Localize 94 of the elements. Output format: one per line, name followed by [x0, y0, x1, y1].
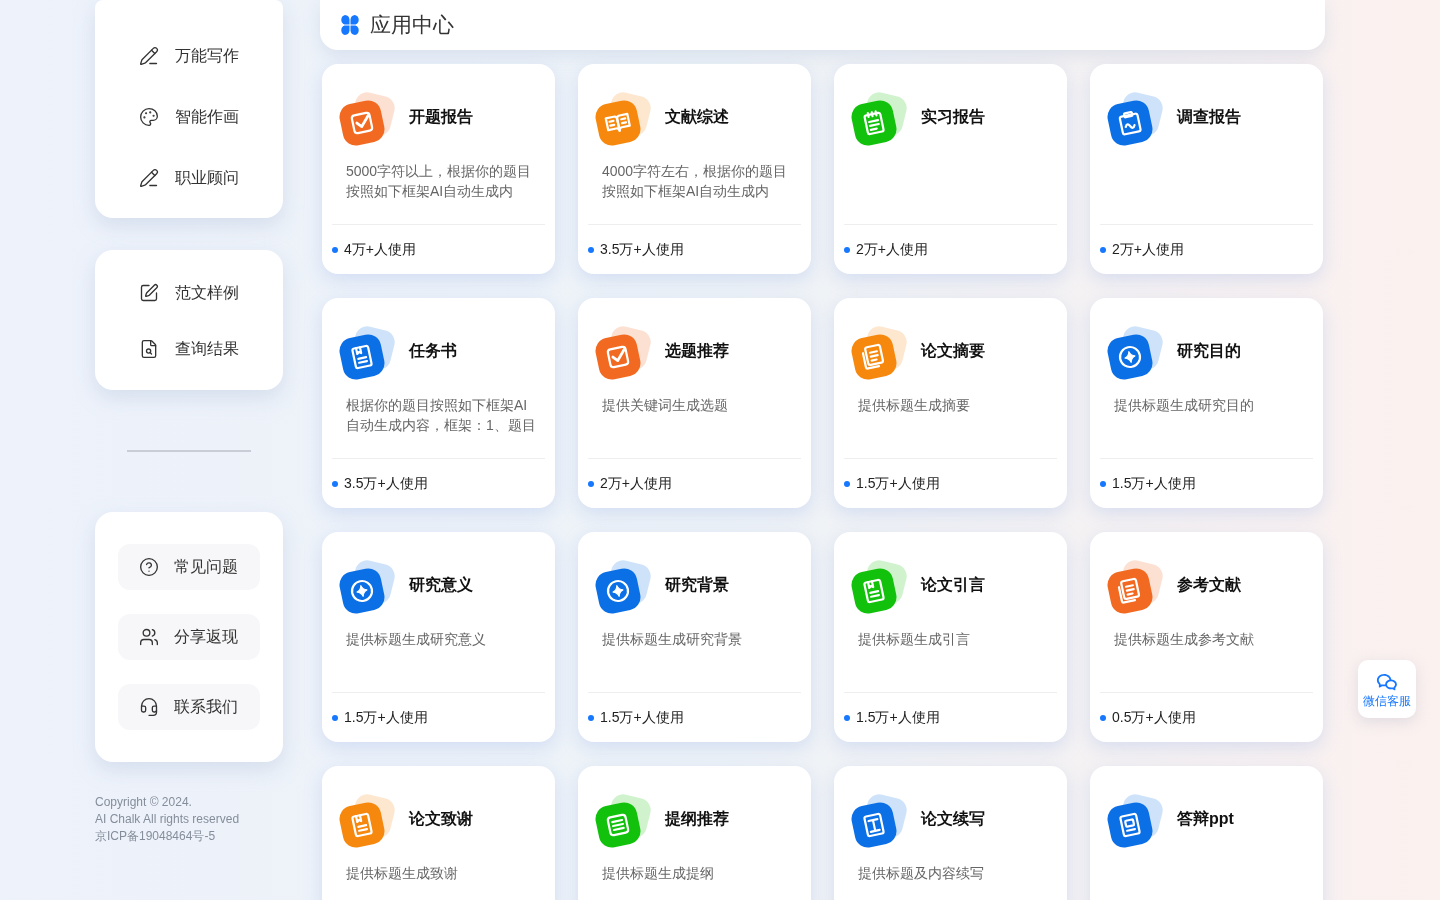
documents-icon — [851, 326, 907, 380]
document-icon — [339, 794, 395, 848]
usage-count: 1.5万+人使用 — [1112, 474, 1196, 493]
list-icon — [595, 794, 651, 848]
app-title: 提纲推荐 — [665, 809, 729, 829]
usage-count: 1.5万+人使用 — [600, 708, 684, 727]
wechat-service-button[interactable]: 微信客服 — [1358, 660, 1416, 718]
document-icon — [1107, 794, 1163, 848]
app-title: 选题推荐 — [665, 341, 729, 361]
usage-count: 2万+人使用 — [600, 474, 672, 493]
headset-icon — [139, 697, 159, 717]
app-description: 提供关键词生成选题 — [602, 396, 729, 415]
app-title: 论文摘要 — [921, 341, 985, 361]
app-description: 提供标题生成提纲 — [602, 864, 715, 883]
sparkle-circle-icon — [339, 560, 395, 614]
app-description: 提供标题生成参考文献 — [1114, 630, 1255, 649]
app-title: 文献综述 — [665, 107, 729, 127]
apps-icon — [340, 15, 360, 35]
pencil-icon — [139, 167, 159, 188]
people-icon — [139, 627, 159, 647]
usage-count: 1.5万+人使用 — [856, 708, 940, 727]
app-description: 4000字符左右，根据你的题目 按照如下框架AI自动生成内 — [602, 162, 787, 201]
app-description: 提供标题生成引言 — [858, 630, 971, 649]
app-card[interactable]: 参考文献 提供标题生成参考文献 0.5万+人使用 — [1090, 532, 1323, 742]
document-search-icon — [139, 339, 159, 359]
usage-count: 3.5万+人使用 — [600, 240, 684, 259]
app-title: 答辩ppt — [1177, 809, 1234, 829]
sidebar-item[interactable]: 分享返现 — [118, 614, 260, 660]
app-card[interactable]: 选题推荐 提供关键词生成选题 2万+人使用 — [578, 298, 811, 508]
page-title: 应用中心 — [370, 12, 454, 39]
app-card[interactable]: 实习报告 2万+人使用 — [834, 64, 1067, 274]
app-title: 论文致谢 — [409, 809, 473, 829]
app-title: 实习报告 — [921, 107, 985, 127]
copyright-text: Copyright © 2024. — [95, 794, 193, 811]
app-description: 提供标题生成摘要 — [858, 396, 971, 415]
app-description: 提供标题生成研究背景 — [602, 630, 743, 649]
sidebar-item[interactable]: 范文样例 — [95, 265, 283, 321]
app-card[interactable]: 调查报告 2万+人使用 — [1090, 64, 1323, 274]
sidebar-item[interactable]: 联系我们 — [118, 684, 260, 730]
copyright-text: AI Chalk All rights reserved — [95, 811, 241, 828]
sidebar-item[interactable]: 查询结果 — [95, 321, 283, 377]
app-title: 论文续写 — [921, 809, 985, 829]
pencil-icon — [139, 45, 159, 66]
document-icon — [851, 560, 907, 614]
app-card[interactable]: 研究目的 提供标题生成研究目的 1.5万+人使用 — [1090, 298, 1323, 508]
app-title: 开题报告 — [409, 107, 473, 127]
app-card[interactable]: 任务书 根据你的题目按照如下框架AI 自动生成内容，框架：1、题目 3.5万+人使用 — [322, 298, 555, 508]
app-title: 调查报告 — [1177, 107, 1241, 127]
usage-count: 4万+人使用 — [344, 240, 416, 259]
usage-count: 2万+人使用 — [1112, 240, 1184, 259]
app-description: 提供标题及内容续写 — [858, 864, 985, 883]
copyright-text: 京ICP备19048464号-5 — [95, 828, 217, 845]
app-title: 参考文献 — [1177, 575, 1241, 595]
sidebar-item[interactable]: 智能作画 — [95, 86, 283, 147]
notepad-icon — [851, 92, 907, 146]
app-card[interactable]: 开题报告 5000字符以上，根据你的题目 按照如下框架AI自动生成内 4万+人使用 — [322, 64, 555, 274]
app-card[interactable]: 论文引言 提供标题生成引言 1.5万+人使用 — [834, 532, 1067, 742]
app-card[interactable]: 研究背景 提供标题生成研究背景 1.5万+人使用 — [578, 532, 811, 742]
sparkle-circle-icon — [595, 560, 651, 614]
usage-count: 0.5万+人使用 — [1112, 708, 1196, 727]
palette-icon — [139, 106, 159, 127]
document-icon — [851, 794, 907, 848]
usage-count: 3.5万+人使用 — [344, 474, 428, 493]
app-card[interactable]: 论文续写 提供标题及内容续写 — [834, 766, 1067, 900]
app-card[interactable]: 研究意义 提供标题生成研究意义 1.5万+人使用 — [322, 532, 555, 742]
documents-icon — [1107, 560, 1163, 614]
help-circle-icon — [139, 557, 159, 577]
app-card[interactable]: 论文致谢 提供标题生成致谢 — [322, 766, 555, 900]
app-title: 任务书 — [409, 341, 457, 361]
checkbox-icon — [339, 92, 395, 146]
app-card[interactable]: 答辩ppt — [1090, 766, 1323, 900]
app-description: 提供标题生成致谢 — [346, 864, 459, 883]
app-description: 提供标题生成研究目的 — [1114, 396, 1255, 415]
edit-square-icon — [139, 283, 159, 303]
sidebar-item[interactable]: 职业顾问 — [95, 147, 283, 208]
document-icon — [339, 326, 395, 380]
app-title: 论文引言 — [921, 575, 985, 595]
app-card[interactable]: 提纲推荐 提供标题生成提纲 — [578, 766, 811, 900]
app-description: 提供标题生成研究意义 — [346, 630, 487, 649]
app-title: 研究目的 — [1177, 341, 1241, 361]
usage-count: 1.5万+人使用 — [856, 474, 940, 493]
book-icon — [595, 92, 651, 146]
checkbox-icon — [595, 326, 651, 380]
sidebar-item[interactable]: 万能写作 — [95, 25, 283, 86]
usage-count: 2万+人使用 — [856, 240, 928, 259]
app-title: 研究意义 — [409, 575, 473, 595]
app-description: 5000字符以上，根据你的题目 按照如下框架AI自动生成内 — [346, 162, 531, 201]
usage-count: 1.5万+人使用 — [344, 708, 428, 727]
app-title: 研究背景 — [665, 575, 729, 595]
app-card[interactable]: 论文摘要 提供标题生成摘要 1.5万+人使用 — [834, 298, 1067, 508]
sidebar-item[interactable]: 常见问题 — [118, 544, 260, 590]
sparkle-circle-icon — [1107, 326, 1163, 380]
clipboard-icon — [1107, 92, 1163, 146]
app-card[interactable]: 文献综述 4000字符左右，根据你的题目 按照如下框架AI自动生成内 3.5万+人使用 — [578, 64, 811, 274]
